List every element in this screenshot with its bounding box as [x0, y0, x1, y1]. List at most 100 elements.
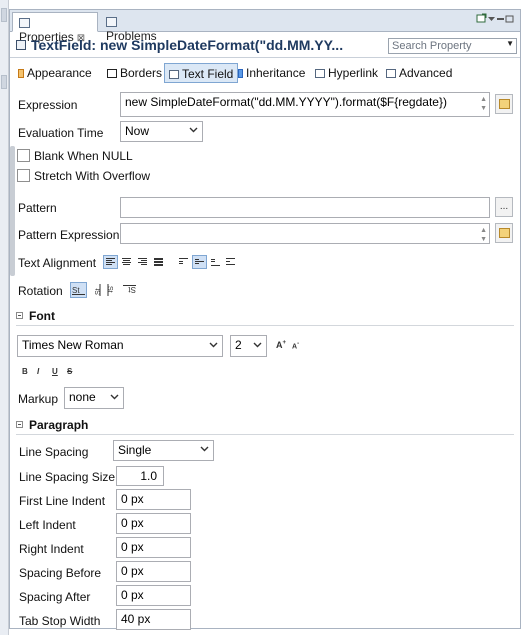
left-indent-field[interactable]: 0 px — [116, 513, 191, 534]
view-menu-icon[interactable] — [487, 15, 496, 26]
markup-select[interactable]: none — [64, 387, 124, 409]
font-family-value: Times New Roman — [22, 338, 124, 352]
chevron-down-icon — [253, 342, 262, 348]
valign-middle-icon[interactable] — [192, 255, 207, 269]
properties-view: Properties ⊠ Problems TextField: new Simp… — [9, 9, 521, 630]
properties-title-bar: TextField: new SimpleDateFormat("dd.MM.Y… — [10, 33, 520, 57]
stretch-with-overflow-checkbox[interactable] — [17, 169, 30, 182]
edge-marker — [1, 75, 7, 89]
rotation-right-icon[interactable]: St — [105, 282, 119, 298]
chevron-down-icon — [209, 342, 218, 348]
valign-top-icon[interactable] — [176, 255, 191, 269]
underline-icon[interactable]: U — [52, 367, 58, 376]
pattern-expression-field[interactable]: ▲ ▼ — [120, 223, 490, 244]
subtab-label: Inheritance — [246, 66, 306, 80]
line-spacing-select[interactable]: Single — [113, 440, 214, 461]
divider — [16, 434, 514, 435]
strikethrough-icon[interactable]: S — [67, 367, 72, 376]
tab-problems[interactable]: Problems — [100, 12, 174, 43]
view-tab-strip: Properties ⊠ Problems — [10, 10, 520, 44]
advanced-icon — [386, 69, 396, 78]
valign-bottom-icon[interactable] — [208, 255, 223, 269]
expression-editor-button[interactable] — [495, 94, 513, 114]
increase-font-size-icon[interactable]: A+ — [276, 340, 286, 350]
expression-editor-icon — [498, 99, 510, 109]
collapse-icon[interactable] — [16, 312, 23, 319]
evaluation-time-label: Evaluation Time — [18, 126, 104, 140]
hyperlink-icon — [315, 69, 325, 78]
markup-value: none — [69, 390, 96, 404]
rotation-label: Rotation — [18, 284, 63, 298]
chevron-down-icon — [110, 394, 119, 400]
paragraph-section-header[interactable]: Paragraph — [16, 418, 88, 432]
decrease-font-size-icon[interactable]: A- — [292, 341, 299, 350]
first-line-indent-field[interactable]: 0 px — [116, 489, 191, 510]
font-family-select[interactable]: Times New Roman — [17, 335, 223, 357]
borders-icon — [107, 69, 117, 78]
tab-properties[interactable]: Properties ⊠ — [12, 12, 98, 44]
align-center-icon[interactable] — [119, 255, 134, 269]
problems-icon — [106, 17, 117, 27]
subtab-borders[interactable]: Borders — [103, 63, 166, 83]
line-spacing-value: Single — [118, 443, 152, 457]
text-alignment-label: Text Alignment — [18, 256, 97, 270]
align-right-icon[interactable] — [135, 255, 150, 269]
edge-marker — [1, 8, 7, 22]
rotation-left-icon[interactable]: St — [89, 282, 103, 298]
pattern-browse-button[interactable]: ... — [495, 197, 513, 217]
minimize-icon[interactable] — [496, 15, 505, 26]
subtab-advanced[interactable]: Advanced — [382, 63, 456, 83]
line-spacing-size-field[interactable]: 1.0 — [116, 466, 164, 486]
text-field-properties: Expression new SimpleDateFormat("dd.MM.Y… — [10, 86, 520, 630]
subtab-hyperlink[interactable]: Hyperlink — [311, 63, 382, 83]
subtab-label: Appearance — [27, 66, 92, 80]
align-left-icon[interactable] — [103, 255, 118, 269]
subtab-text-field[interactable]: Text Field — [164, 63, 239, 83]
maximize-icon[interactable] — [505, 15, 514, 26]
spacing-after-label: Spacing After — [19, 590, 91, 604]
font-section-title: Font — [29, 309, 55, 323]
subtab-appearance[interactable]: Appearance — [14, 63, 96, 83]
subtab-inheritance[interactable]: Inheritance — [234, 63, 309, 83]
line-spacing-size-label: Line Spacing Size — [19, 470, 116, 484]
svg-text:St: St — [72, 286, 80, 295]
paragraph-section-title: Paragraph — [29, 418, 89, 432]
blank-when-null-checkbox[interactable] — [17, 149, 30, 162]
pattern-expression-spinner-icon[interactable]: ▲ ▼ — [480, 226, 487, 243]
stretch-with-overflow-label: Stretch With Overflow — [34, 169, 151, 183]
spacing-before-label: Spacing Before — [19, 566, 102, 580]
vertical-scrollbar[interactable] — [10, 146, 15, 276]
divider — [16, 325, 514, 326]
font-size-select[interactable]: 2 — [230, 335, 267, 357]
expression-value: new SimpleDateFormat("dd.MM.YYYY").forma… — [125, 95, 447, 109]
font-section-header[interactable]: Font — [16, 309, 55, 323]
evaluation-time-select[interactable]: Now — [120, 121, 203, 142]
blank-when-null-label: Blank When NULL — [34, 149, 133, 163]
rotation-upside-down-icon[interactable]: St — [121, 282, 137, 298]
collapse-icon[interactable] — [16, 421, 23, 428]
expression-spinner-icon[interactable]: ▲ ▼ — [480, 95, 487, 113]
align-justify-icon[interactable] — [151, 255, 166, 269]
pattern-expression-editor-button[interactable] — [495, 223, 513, 243]
markup-label: Markup — [18, 392, 59, 406]
subtab-label: Hyperlink — [328, 66, 379, 80]
chevron-down-icon[interactable]: ▼ — [506, 39, 514, 48]
search-property-input[interactable]: Search Property ▼ — [388, 38, 517, 54]
subtab-label: Borders — [120, 66, 163, 80]
rotation-none-icon[interactable]: St — [70, 282, 87, 298]
subtab-label: Advanced — [399, 66, 453, 80]
italic-icon[interactable]: I — [37, 367, 39, 376]
tab-stop-width-field[interactable]: 40 px — [116, 609, 191, 630]
text-field-icon — [169, 70, 179, 79]
spacing-before-field[interactable]: 0 px — [116, 561, 191, 582]
bold-icon[interactable]: B — [22, 367, 28, 376]
expression-field[interactable]: new SimpleDateFormat("dd.MM.YYYY").forma… — [120, 92, 490, 117]
valign-justify-icon[interactable] — [223, 255, 238, 269]
pin-view-icon[interactable] — [476, 13, 487, 26]
spacing-after-field[interactable]: 0 px — [116, 585, 191, 606]
right-indent-field[interactable]: 0 px — [116, 537, 191, 558]
appearance-icon — [18, 69, 24, 78]
view-toolbar — [476, 13, 514, 26]
first-line-indent-label: First Line Indent — [19, 494, 106, 508]
pattern-field[interactable] — [120, 197, 490, 218]
